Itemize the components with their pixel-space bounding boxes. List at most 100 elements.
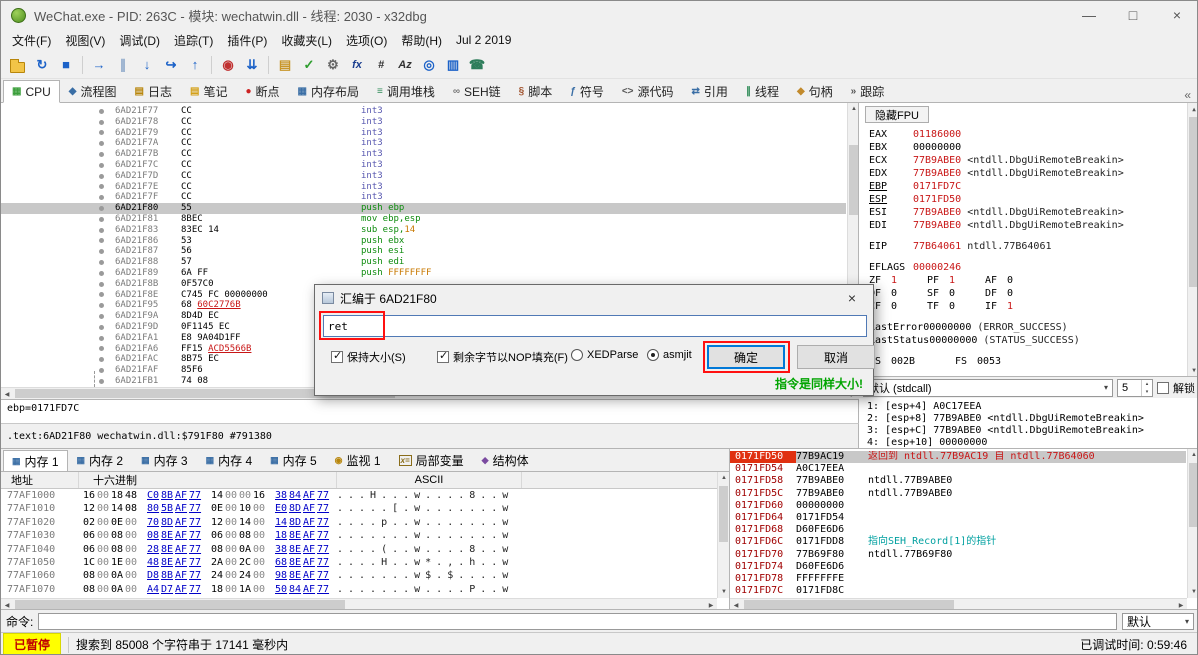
- tab-dump2[interactable]: ▦内存 2: [68, 450, 133, 471]
- open-file-icon[interactable]: [10, 62, 25, 73]
- menu-item[interactable]: 视图(V): [58, 30, 112, 51]
- dump-row[interactable]: 77AF10501C001E00488EAF772A002C00688EAF77…: [1, 556, 513, 569]
- dump-row[interactable]: 77AF104006000800288EAF7708000A00388EAF77…: [1, 543, 513, 556]
- dump-row[interactable]: 77AF107008000A00A4D7AF7718001A005084AF77…: [1, 583, 513, 596]
- register-line[interactable]: LastError00000000 (ERROR_SUCCESS): [869, 321, 1183, 334]
- menu-item[interactable]: 文件(F): [5, 30, 58, 51]
- register-line[interactable]: EBX00000000: [869, 141, 1183, 154]
- scroll-down-icon[interactable]: ▼: [1188, 586, 1198, 598]
- scroll-right-icon[interactable]: ▶: [1175, 599, 1187, 609]
- attach-icon[interactable]: ☎: [466, 54, 488, 76]
- stack-row[interactable]: 0171FD5877B9ABE0ntdll.77B9ABE0: [730, 475, 1186, 487]
- tab-watch1[interactable]: ◉监视 1: [326, 450, 390, 471]
- register-line[interactable]: OF0SF0DF0: [869, 287, 1183, 300]
- register-line[interactable]: EBP0171FD7C: [869, 180, 1183, 193]
- asmjit-radio[interactable]: [647, 349, 659, 361]
- scroll-left-icon[interactable]: ◀: [1, 599, 13, 609]
- breakpoint-dot-icon[interactable]: [99, 163, 104, 168]
- nop-fill-control[interactable]: 剩余字节以NOP填充(F): [437, 349, 568, 365]
- scrollbar-thumb[interactable]: [15, 600, 345, 609]
- hide-fpu-button[interactable]: 隐藏FPU: [865, 106, 929, 123]
- tab-handles[interactable]: ◆句柄: [788, 80, 842, 102]
- menu-item[interactable]: 追踪(T): [167, 30, 220, 51]
- register-line[interactable]: LastStatus00000000 (STATUS_SUCCESS): [869, 334, 1183, 347]
- disasm-row[interactable]: 6AD21F7BCCint3: [1, 149, 846, 160]
- execute-till-return-icon[interactable]: ↑: [184, 54, 206, 76]
- stack-row[interactable]: 0171FD640171FD54: [730, 512, 1186, 524]
- record-trace-icon[interactable]: ◉: [217, 54, 239, 76]
- breakpoint-dot-icon[interactable]: [99, 303, 104, 308]
- scroll-down-icon[interactable]: ▼: [1188, 364, 1198, 376]
- breakpoint-dot-icon[interactable]: [99, 206, 104, 211]
- scroll-right-icon[interactable]: ▶: [705, 599, 717, 609]
- scroll-down-icon[interactable]: ▼: [718, 586, 729, 598]
- spin-down-icon[interactable]: ▾: [1146, 388, 1149, 396]
- scrollbar-thumb[interactable]: [719, 486, 728, 542]
- xedparse-radio[interactable]: [571, 349, 583, 361]
- tab-script[interactable]: §脚本: [510, 80, 562, 102]
- patches-icon[interactable]: ▤: [274, 54, 296, 76]
- disasm-row[interactable]: 6AD21F78CCint3: [1, 117, 846, 128]
- register-line[interactable]: ESP0171FD50: [869, 193, 1183, 206]
- scroll-up-icon[interactable]: ▲: [848, 103, 859, 115]
- stack-row[interactable]: 0171FD7077B69F80ntdll.77B69F80: [730, 549, 1186, 561]
- register-line[interactable]: ECX77B9ABE0 <ntdll.DbgUiRemoteBreakin>: [869, 154, 1183, 167]
- breakpoint-dot-icon[interactable]: [99, 217, 104, 222]
- keep-size-control[interactable]: 保持大小(S): [331, 349, 406, 365]
- disasm-row[interactable]: 6AD21F818BECmov ebp,esp: [1, 214, 846, 225]
- tab-dump5[interactable]: ▦内存 5: [261, 450, 326, 471]
- stack-arg-row[interactable]: 4: [esp+10] 00000000: [867, 437, 1198, 448]
- menu-item[interactable]: 帮助(H): [394, 30, 449, 51]
- tab-source[interactable]: <>源代码: [613, 80, 683, 102]
- calculator-icon[interactable]: #: [370, 54, 392, 76]
- disasm-row[interactable]: 6AD21F77CCint3: [1, 106, 846, 117]
- stack-row[interactable]: 0171FD5C77B9ABE0ntdll.77B9ABE0: [730, 488, 1186, 500]
- dump-row[interactable]: 77AF103006000800088EAF7706000800188EAF77…: [1, 529, 513, 542]
- scrollbar-track[interactable]: [742, 599, 1175, 609]
- scrollbar-track[interactable]: [1188, 461, 1198, 586]
- tab-notes[interactable]: ▤笔记: [181, 80, 236, 102]
- breakpoint-dot-icon[interactable]: [99, 292, 104, 297]
- register-line[interactable]: ZF1PF1AF0: [869, 274, 1183, 287]
- disasm-row[interactable]: 6AD21F896A FFpush FFFFFFFF: [1, 268, 846, 279]
- maximize-button[interactable]: □: [1111, 1, 1155, 29]
- registers-pane[interactable]: 隐藏FPU EAX01186000EBX00000000ECX77B9ABE0 …: [859, 103, 1198, 376]
- register-line[interactable]: GS002BFS0053: [869, 355, 1183, 368]
- dump-vscrollbar[interactable]: ▲ ▼: [717, 472, 729, 598]
- register-line[interactable]: ESI77B9ABE0 <ntdll.DbgUiRemoteBreakin>: [869, 206, 1183, 219]
- menu-item[interactable]: 插件(P): [220, 30, 274, 51]
- command-profile-combo[interactable]: 默认 ▾: [1122, 613, 1194, 630]
- scroll-up-icon[interactable]: ▲: [718, 472, 729, 484]
- assembler-icon[interactable]: fx: [346, 54, 368, 76]
- scroll-left-icon[interactable]: ◀: [730, 599, 742, 609]
- xedparse-control[interactable]: XEDParse: [571, 349, 638, 361]
- breakpoint-dot-icon[interactable]: [99, 357, 104, 362]
- stack-row[interactable]: 0171FD6C0171FDD8指向SEH_Record[1]的指针: [730, 536, 1186, 548]
- pause-icon[interactable]: ∥: [112, 54, 134, 76]
- sort-az-icon[interactable]: Az: [394, 54, 416, 76]
- tab-log[interactable]: ▤日志: [126, 80, 181, 102]
- register-line[interactable]: EFLAGS00000246: [869, 261, 1183, 274]
- breakpoint-dot-icon[interactable]: [99, 260, 104, 265]
- breakpoint-dot-icon[interactable]: [99, 249, 104, 254]
- tab-locals[interactable]: x=局部变量: [390, 450, 473, 471]
- menu-item[interactable]: Jul 2 2019: [449, 31, 518, 49]
- breakpoint-dot-icon[interactable]: [99, 120, 104, 125]
- disasm-row[interactable]: 6AD21F7ACCint3: [1, 138, 846, 149]
- ok-button[interactable]: 确定: [707, 345, 785, 369]
- calling-convention-combo[interactable]: 默认 (stdcall) ▾: [863, 379, 1113, 397]
- registers-vscrollbar[interactable]: ▲ ▼: [1187, 103, 1198, 376]
- register-line[interactable]: CF0TF0IF1: [869, 300, 1183, 313]
- breakpoint-dot-icon[interactable]: [99, 174, 104, 179]
- breakpoint-dot-icon[interactable]: [99, 130, 104, 135]
- scrollbar-track[interactable]: [718, 484, 729, 586]
- find-strings-icon[interactable]: ◎: [418, 54, 440, 76]
- tab-dump1[interactable]: ▦内存 1: [3, 450, 68, 472]
- tab-cpu[interactable]: ▦CPU: [3, 80, 60, 103]
- stack-pane[interactable]: 0171FD5077B9AC19返回到 ntdll.77B9AC19 自 ntd…: [729, 448, 1198, 609]
- tab-threads[interactable]: ∥线程: [737, 80, 788, 102]
- tab-breakpoints[interactable]: ●断点: [236, 80, 288, 102]
- dump-row[interactable]: 77AF106008000A00D88BAF7724002400988EAF77…: [1, 569, 513, 582]
- dump-row[interactable]: 77AF102002000E00708DAF7712001400148DAF77…: [1, 516, 513, 529]
- scrollbar-track[interactable]: [1188, 115, 1198, 364]
